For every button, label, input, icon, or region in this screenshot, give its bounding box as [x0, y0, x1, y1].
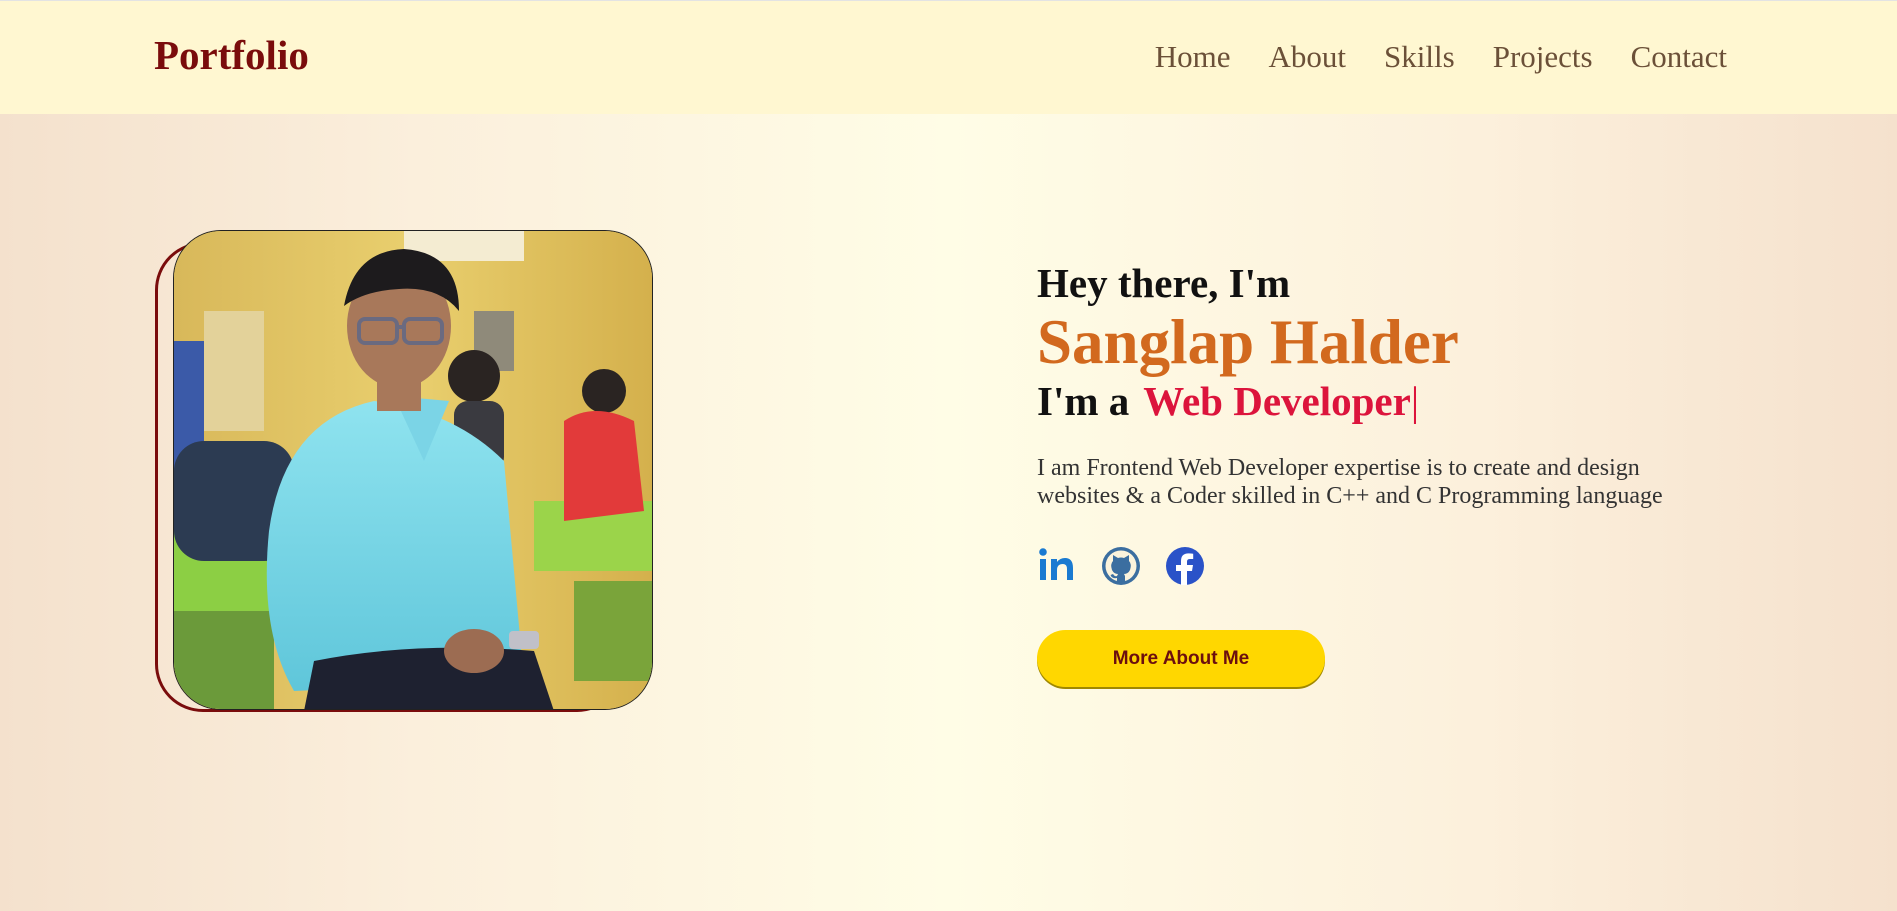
facebook-icon[interactable]: [1165, 546, 1205, 586]
nav-about[interactable]: About: [1269, 39, 1347, 75]
github-icon[interactable]: [1101, 546, 1141, 586]
nav-home[interactable]: Home: [1155, 39, 1231, 75]
description-line-1: I am Frontend Web Developer expertise is…: [1037, 455, 1640, 481]
hero-name: Sanglap Halder: [1037, 307, 1459, 377]
nav-skills[interactable]: Skills: [1384, 39, 1455, 75]
greeting-text: Hey there, I'm: [1037, 260, 1291, 306]
nav-projects[interactable]: Projects: [1493, 39, 1593, 75]
profile-photo-container: [153, 229, 653, 729]
site-logo[interactable]: Portfolio: [154, 31, 309, 79]
description-line-2: websites & a Coder skilled in C++ and C …: [1037, 483, 1663, 509]
hero-description: I am Frontend Web Developer expertise is…: [1037, 454, 1737, 510]
site-header: Portfolio Home About Skills Projects Con…: [0, 1, 1897, 114]
linkedin-icon[interactable]: [1037, 546, 1077, 586]
nav-contact[interactable]: Contact: [1631, 39, 1727, 75]
social-links: [1037, 546, 1757, 586]
hero-intro: Hey there, I'm Sanglap Halder I'm a Web D…: [1037, 258, 1757, 586]
role-text: Web Developer: [1143, 378, 1411, 424]
typing-cursor: |: [1410, 378, 1420, 424]
main-nav: Home About Skills Projects Contact: [1155, 39, 1727, 75]
role-prefix: I'm a: [1037, 378, 1130, 424]
more-about-me-button[interactable]: More About Me: [1037, 630, 1325, 687]
role-line: I'm a Web Developer|: [1037, 376, 1757, 426]
profile-photo: [173, 230, 653, 710]
